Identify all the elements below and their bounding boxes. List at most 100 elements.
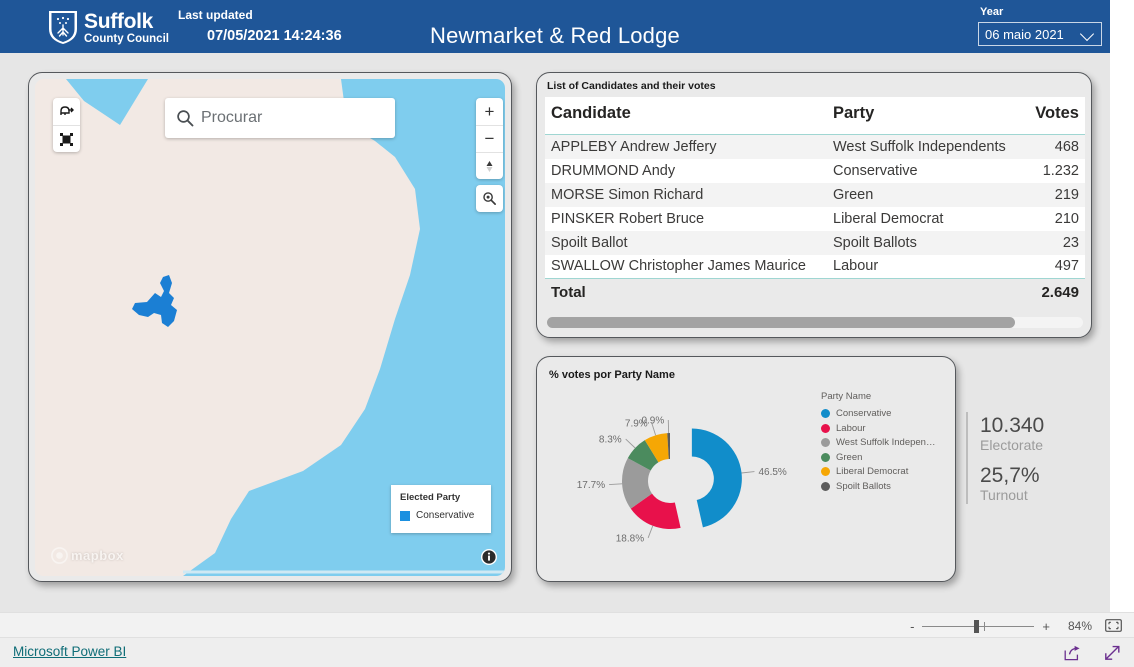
cell-votes: 1.232 (1025, 158, 1085, 183)
zoom-controls: - + 84% (910, 613, 1092, 639)
kpi-turnout: 25,7% Turnout (980, 464, 1040, 504)
share-icon[interactable] (1064, 645, 1082, 661)
table-row[interactable]: DRUMMOND Andy Conservative 1.232 (545, 158, 1085, 183)
candidates-table-body: APPLEBY Andrew Jeffery West Suffolk Indep… (545, 134, 1085, 304)
donut-data-label: 18.8% (616, 533, 644, 544)
table-row[interactable]: SWALLOW Christopher James Maurice Labour 4… (545, 254, 1085, 279)
page-title: Newmarket & Red Lodge (430, 23, 680, 48)
donut-leader-line (741, 471, 755, 474)
zoom-slider[interactable] (922, 619, 1035, 633)
column-header-party[interactable]: Party (827, 97, 1025, 135)
microsoft-power-bi-link[interactable]: Microsoft Power BI (13, 644, 126, 659)
fit-to-page-icon[interactable] (1105, 619, 1122, 632)
measure-icon[interactable] (53, 98, 80, 125)
donut-data-label: 17.7% (577, 480, 605, 491)
kpi-turnout-label: Turnout (980, 487, 1028, 504)
candidates-table: Candidate Party Votes APPLEBY Andrew Jef… (545, 97, 1085, 304)
chart-legend-item[interactable]: Labour (821, 423, 935, 434)
scrollbar-thumb[interactable] (547, 317, 1015, 328)
cell-votes: 210 (1025, 206, 1085, 231)
chart-legend: Party Name Conservative Labour West Suffol… (821, 391, 935, 495)
report-header: Suffolk County Council Last updated 07/0… (0, 0, 1110, 53)
chart-legend-title: Party Name (821, 391, 872, 402)
zoom-status-bar: - + 84% (0, 612, 1134, 638)
table-row[interactable]: Spoilt Ballot Spoilt Ballots 23 (545, 230, 1085, 255)
donut-chart-svg: 46.5%18.8%17.7%8.3%7.9%0.9% (577, 416, 787, 545)
year-slicer-dropdown[interactable]: 06 maio 2021 (978, 22, 1102, 46)
map-tools-group[interactable] (53, 98, 80, 152)
cell-candidate: Spoilt Ballot (545, 230, 827, 255)
zoom-in-button[interactable]: + (1042, 619, 1050, 634)
legend-label: Labour (836, 422, 866, 434)
legend-label: West Suffolk Indepen… (836, 437, 936, 448)
map-legend-swatch (400, 510, 410, 521)
cell-party: Labour (827, 254, 1025, 279)
donut-chart[interactable]: 46.5% 18.8% 17.7% 8.3% 7.9% 0.9% (545, 379, 815, 574)
table-horizontal-scrollbar[interactable] (547, 317, 1083, 328)
chart-legend-item[interactable]: Green (821, 452, 935, 463)
legend-color-dot (821, 467, 830, 476)
kpi-electorate: 10.340 Electorate (980, 414, 1044, 454)
votes-donut-panel[interactable]: % votes por Party Name 46.5% 18.8% 17.7% 8.… (536, 356, 956, 582)
report-canvas: Suffolk County Council Last updated 07/0… (0, 0, 1110, 612)
legend-label: Spoilt Ballots (836, 480, 891, 492)
cell-votes: 497 (1025, 254, 1085, 279)
chart-legend-item[interactable]: Liberal Democrat (821, 466, 935, 477)
table-title: List of Candidates and their votes (547, 80, 716, 92)
cell-party: Spoilt Ballots (827, 230, 1025, 255)
legend-color-dot (821, 452, 830, 462)
column-header-candidate[interactable]: Candidate (545, 97, 827, 135)
candidates-table-scroll-area[interactable]: Candidate Party Votes APPLEBY Andrew Jef… (545, 97, 1085, 307)
candidates-table-panel[interactable]: List of Candidates and their votes Candi… (536, 72, 1092, 338)
cell-votes: 23 (1025, 230, 1085, 255)
last-updated-label: Last updated (178, 8, 253, 22)
zoom-out-button[interactable]: - (910, 619, 914, 634)
map-zoom-controls[interactable]: + − (476, 98, 503, 179)
chevron-down-icon (1081, 27, 1095, 41)
donut-data-label: 8.3% (599, 435, 622, 446)
donut-data-label: 0.9% (641, 416, 664, 427)
zoom-slider-tick (984, 621, 986, 631)
fullscreen-icon[interactable] (1104, 645, 1121, 661)
magnifier-locate-icon[interactable] (476, 185, 503, 212)
legend-color-dot (821, 438, 830, 447)
cell-candidate: PINSKER Robert Bruce (545, 206, 827, 231)
map-search-input[interactable] (201, 109, 385, 127)
legend-label: Green (836, 451, 863, 463)
cell-party: Green (827, 182, 1025, 207)
cell-party: Conservative (827, 158, 1025, 183)
cell-party: Liberal Democrat (827, 206, 1025, 231)
kpi-group: 10.340 Electorate 25,7% Turnout (966, 410, 1106, 510)
compass-icon[interactable] (476, 152, 503, 179)
map-canvas[interactable]: + − Elected Party (35, 79, 505, 576)
expand-map-icon[interactable] (53, 125, 80, 152)
column-header-votes[interactable]: Votes (1025, 97, 1085, 135)
map-zoom-out-button[interactable]: − (476, 125, 503, 152)
map-search-box[interactable] (165, 98, 395, 138)
table-total-row: Total 2.649 (545, 278, 1085, 304)
table-row[interactable]: PINSKER Robert Bruce Liberal Democrat 210 (545, 206, 1085, 231)
year-slicer-label: Year (980, 6, 1004, 18)
total-label: Total (545, 278, 827, 304)
chart-legend-item[interactable]: Spoilt Ballots (821, 481, 935, 492)
table-row[interactable]: APPLEBY Andrew Jeffery West Suffolk Indep… (545, 134, 1085, 159)
cell-candidate: MORSE Simon Richard (545, 182, 827, 207)
map-visual-panel[interactable]: + − Elected Party (28, 72, 512, 582)
donut-slice[interactable] (691, 428, 742, 528)
map-zoom-in-button[interactable]: + (476, 98, 503, 125)
chart-legend-items: Conservative Labour West Suffolk Indepen… G… (821, 408, 935, 492)
kpi-turnout-value: 25,7% (980, 464, 1040, 487)
map-legend-item: Conservative (400, 510, 482, 521)
zoom-slider-thumb[interactable] (974, 619, 980, 633)
cell-candidate: SWALLOW Christopher James Maurice (545, 254, 827, 279)
mapbox-attribution-label: mapbox (71, 548, 124, 563)
cell-candidate: DRUMMOND Andy (545, 158, 827, 183)
table-row[interactable]: MORSE Simon Richard Green 219 (545, 182, 1085, 207)
mapbox-logo-icon[interactable]: mapbox (51, 547, 124, 564)
info-icon[interactable] (481, 549, 497, 565)
year-slicer-value: 06 maio 2021 (985, 26, 1064, 42)
chart-legend-item[interactable]: Conservative (821, 408, 935, 419)
chart-legend-item[interactable]: West Suffolk Indepen… (821, 437, 935, 448)
donut-leader-line (647, 525, 654, 539)
cell-votes: 468 (1025, 134, 1085, 159)
